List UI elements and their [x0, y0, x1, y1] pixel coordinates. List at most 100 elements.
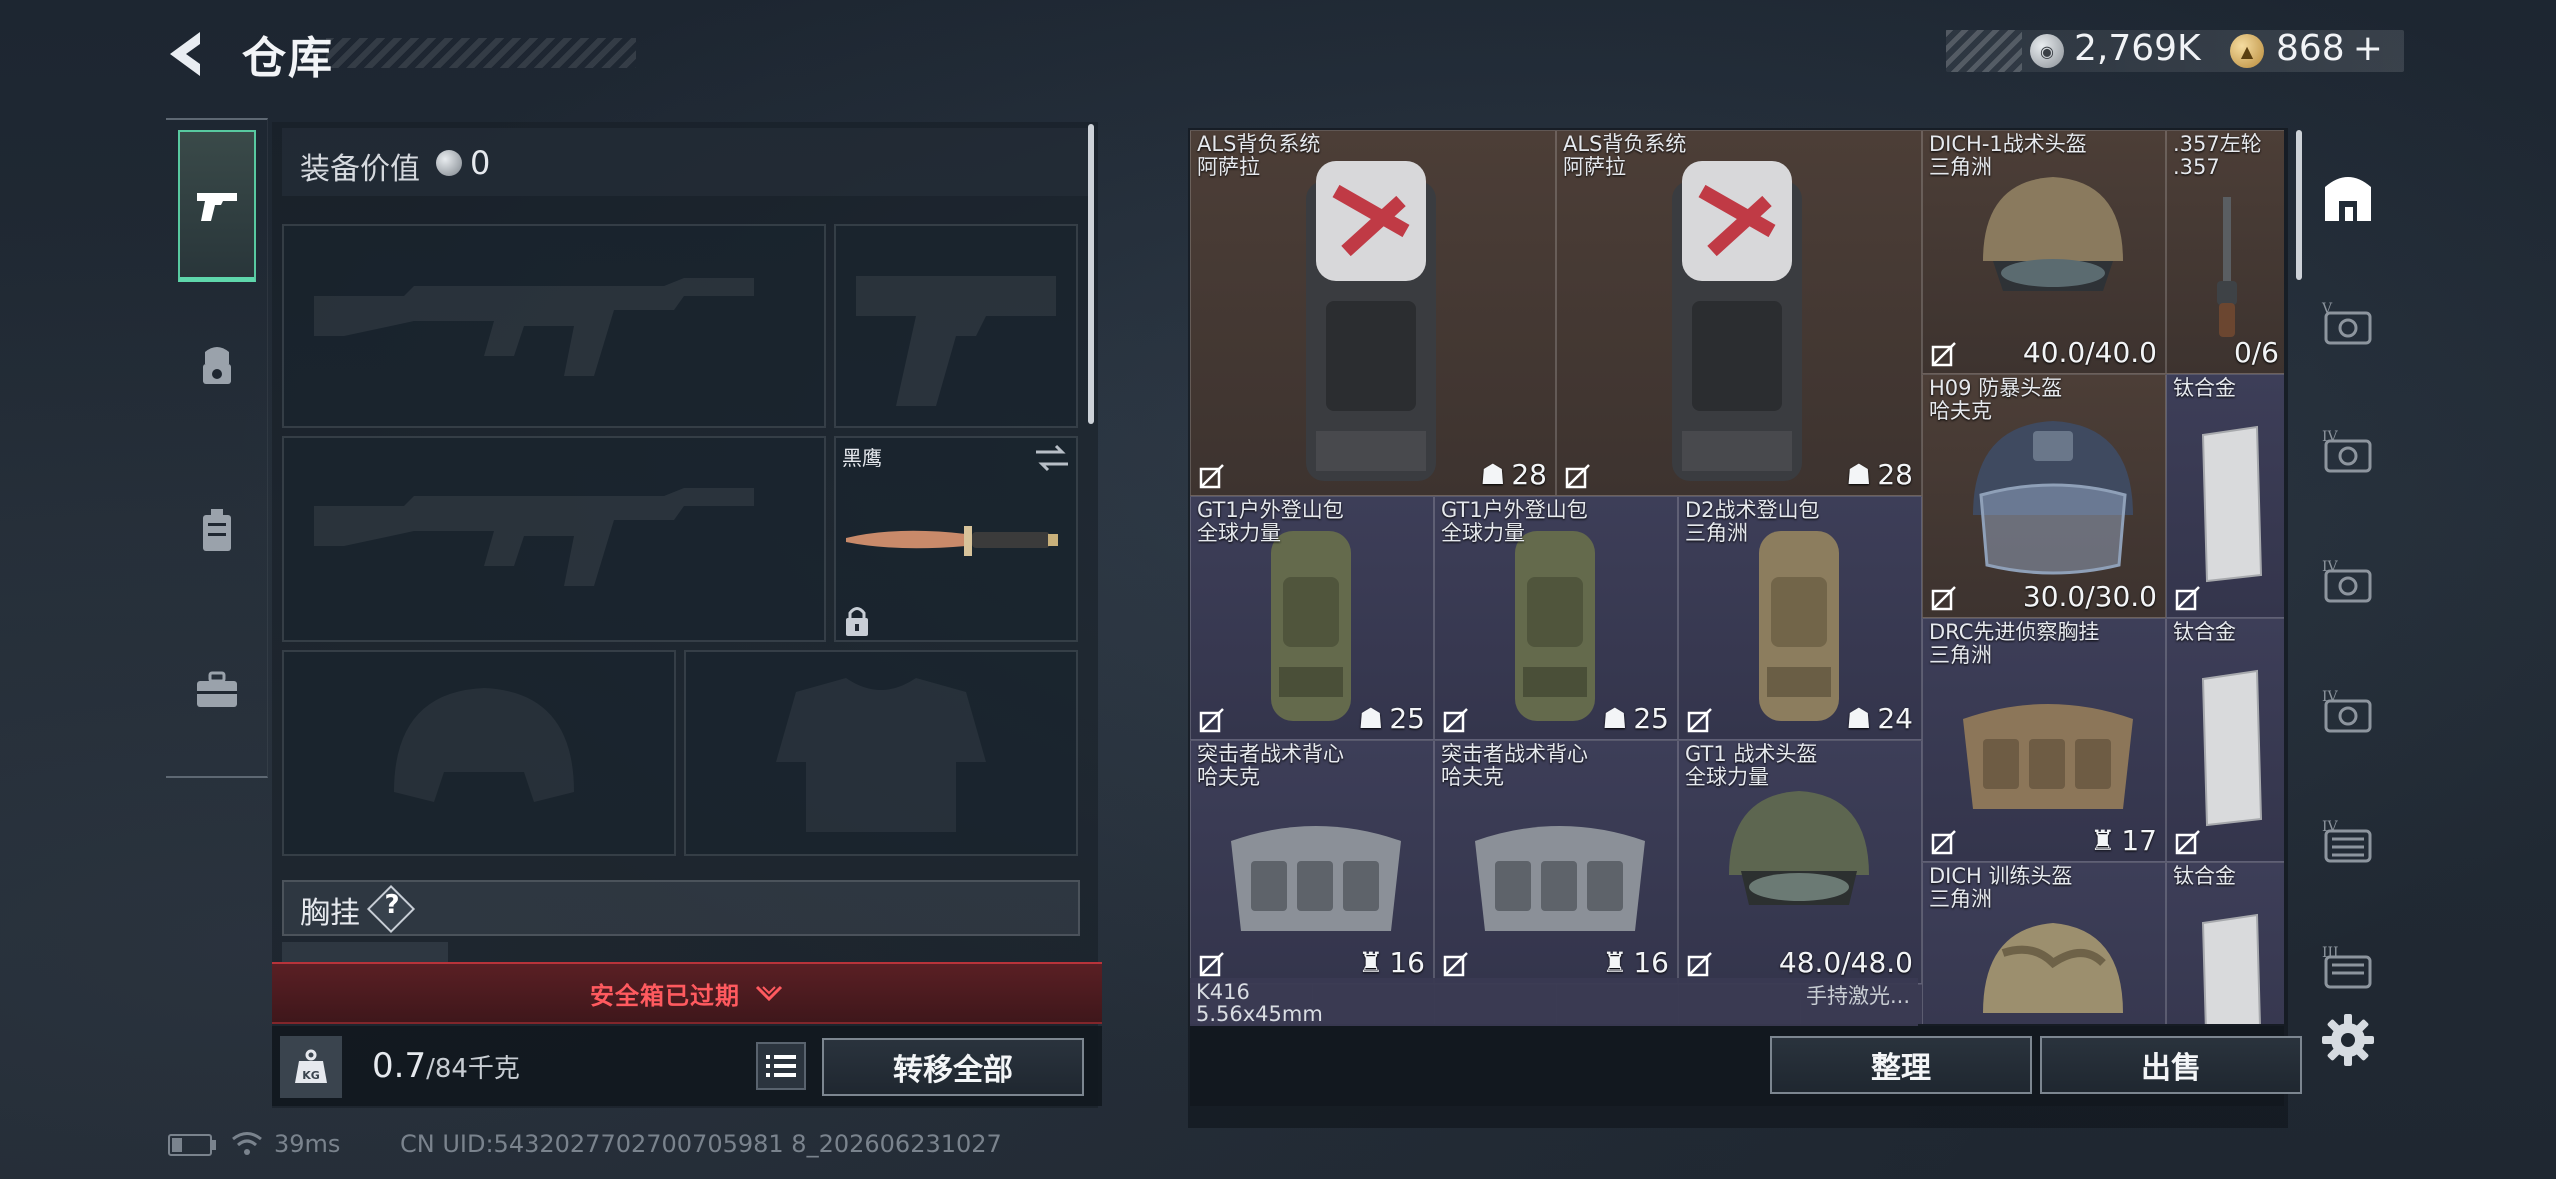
tab-backpack[interactable] [178, 455, 256, 605]
item-maker: .357 [2173, 155, 2220, 179]
tab-all-items[interactable] [2312, 162, 2384, 234]
item-stat-value: 17 [2121, 824, 2157, 857]
stash-item[interactable]: 突击者战术背心 哈夫克 ♜ 16 [1434, 740, 1678, 984]
safe-box-expired-banner[interactable]: 安全箱已过期 [272, 962, 1102, 1024]
slot-armor[interactable] [684, 650, 1078, 856]
item-stat: ♜ 16 [1358, 946, 1425, 979]
item-maker: 三角洲 [1685, 521, 1748, 545]
chest-rig-icon [1963, 704, 2133, 809]
item-stat: 0/6 [2234, 336, 2279, 369]
svg-text:IV: IV [2322, 559, 2339, 575]
item-maker: 哈夫克 [1441, 765, 1504, 789]
melee-name: 黑鹰 [842, 446, 882, 470]
tab-weapons[interactable] [178, 130, 256, 282]
stash-item[interactable]: 突击者战术背心 哈夫克 ♜ 16 [1190, 740, 1434, 984]
stash-item[interactable]: H09 防暴头盔 哈夫克 30.0/30.0 [1922, 374, 2166, 618]
silver-coin-icon [436, 150, 462, 176]
transfer-all-button[interactable]: 转移全部 [822, 1038, 1084, 1096]
stash-item[interactable]: 钛合金 [2166, 862, 2284, 1024]
tab-tier-iv[interactable]: IV [2312, 418, 2384, 490]
item-name: 手持激光... [1806, 984, 1911, 1008]
capacity-icon: ☗ [1480, 458, 1506, 491]
tab-tier-iv[interactable]: IV [2312, 808, 2384, 880]
item-name: H09 防暴头盔 [1929, 376, 2063, 400]
svg-text:IV: IV [2322, 429, 2339, 445]
armor-plate-icon [2201, 669, 2263, 827]
tab-tier-iv[interactable]: IV [2312, 548, 2384, 620]
stash-item[interactable]: 钛合金 [2166, 618, 2284, 862]
item-maker: 哈夫克 [1929, 399, 1992, 423]
safe-box-text: 安全箱已过期 [590, 981, 740, 1010]
stash-item[interactable]: .357左轮 .357 0/6 [2166, 130, 2284, 374]
helmet-icon [1983, 177, 2123, 291]
item-stat-value: 24 [1877, 702, 1913, 735]
svg-text:IV: IV [2322, 819, 2339, 835]
no-insure-icon [1565, 464, 1590, 489]
pistol-icon [197, 192, 237, 221]
no-insure-icon [1931, 342, 1956, 367]
tab-case[interactable] [178, 615, 256, 765]
helmet-icon [1729, 791, 1869, 905]
stash-item[interactable]: ALS背负系统 阿萨拉 ☗ 28 [1556, 130, 1922, 496]
gear-iv-icon: IV [2322, 819, 2372, 863]
item-stat: ☗ 25 [1602, 702, 1669, 735]
stash-item[interactable]: ALS背负系统 阿萨拉 ☗ 28 [1190, 130, 1556, 496]
list-view-button[interactable] [756, 1042, 806, 1090]
item-maker: 阿萨拉 [1563, 155, 1626, 179]
stash-scrollbar[interactable] [2296, 130, 2302, 280]
tab-gear[interactable] [178, 290, 256, 440]
stash-item[interactable]: GT1户外登山包 全球力量 ☗ 25 [1190, 496, 1434, 740]
item-stat-value: 28 [1511, 458, 1547, 491]
swap-icon[interactable] [1032, 442, 1072, 474]
add-gold-button[interactable]: + [2353, 28, 2383, 69]
equipment-scrollbar[interactable] [1088, 124, 1094, 424]
sort-button[interactable]: 整理 [1770, 1036, 2032, 1094]
item-maker: 三角洲 [1929, 155, 1992, 179]
slot-helmet[interactable] [282, 650, 676, 856]
stash-item[interactable]: GT1户外登山包 全球力量 ☗ 25 [1434, 496, 1678, 740]
vest-icon [1475, 826, 1645, 931]
tab-tier-iv[interactable]: IV [2312, 678, 2384, 750]
item-stat-value: 16 [1389, 946, 1425, 979]
stash-item[interactable]: DICH-1战术头盔 三角洲 40.0/40.0 [1922, 130, 2166, 374]
capacity-icon: ☗ [1358, 702, 1384, 735]
currency-stripe [1946, 30, 2022, 72]
stash-item[interactable]: DICH 训练头盔 三角洲 [1922, 862, 2166, 1024]
backpack-icon [1271, 531, 1351, 721]
gear-iii-icon: III [2322, 945, 2372, 989]
no-insure-icon [1199, 464, 1224, 489]
slot-primary-weapon[interactable] [282, 224, 826, 428]
no-insure-icon [1443, 708, 1468, 733]
item-name: ALS背负系统 [1563, 132, 1687, 156]
item-stat-value: 48.0/48.0 [1778, 946, 1913, 979]
item-stat: ♜ 17 [2090, 824, 2157, 857]
tab-tier-iii[interactable]: III [2312, 934, 2384, 1006]
back-icon[interactable] [160, 24, 226, 84]
capacity-icon: ☗ [1846, 702, 1872, 735]
item-name: 钛合金 [2173, 376, 2236, 400]
item-stat-value: 16 [1633, 946, 1669, 979]
battery-cap [212, 1140, 216, 1150]
slot-pistol[interactable] [834, 224, 1078, 428]
stash-item[interactable]: GT1 战术头盔 全球力量 48.0/48.0 [1678, 740, 1922, 984]
title-decoration [326, 38, 636, 68]
settings-gear-icon[interactable] [2320, 1012, 2376, 1068]
sell-button[interactable]: 出售 [2040, 1036, 2302, 1094]
item-name: ALS背负系统 [1197, 132, 1321, 156]
vest-icon [1231, 826, 1401, 931]
item-stat: ☗ 25 [1358, 702, 1425, 735]
stash-item[interactable]: D2战术登山包 三角洲 ☗ 24 [1678, 496, 1922, 740]
slot-secondary-weapon[interactable] [282, 436, 826, 642]
item-name: 钛合金 [2173, 620, 2236, 644]
stash-item[interactable]: DRC先进侦察胸挂 三角洲 ♜ 17 [1922, 618, 2166, 862]
backpack-icon [1515, 531, 1595, 721]
riot-helmet-icon [1973, 421, 2133, 575]
gold-amount[interactable]: 868 + [2276, 28, 2383, 69]
tab-tier-v[interactable]: V [2312, 290, 2384, 362]
no-insure-icon [1199, 952, 1224, 977]
item-name: 钛合金 [2173, 864, 2236, 888]
svg-text:IV: IV [2322, 689, 2339, 705]
rifle-silhouette-icon [314, 488, 754, 586]
stash-item[interactable]: 钛合金 [2166, 374, 2284, 618]
pistol-silhouette-icon [856, 276, 1056, 406]
